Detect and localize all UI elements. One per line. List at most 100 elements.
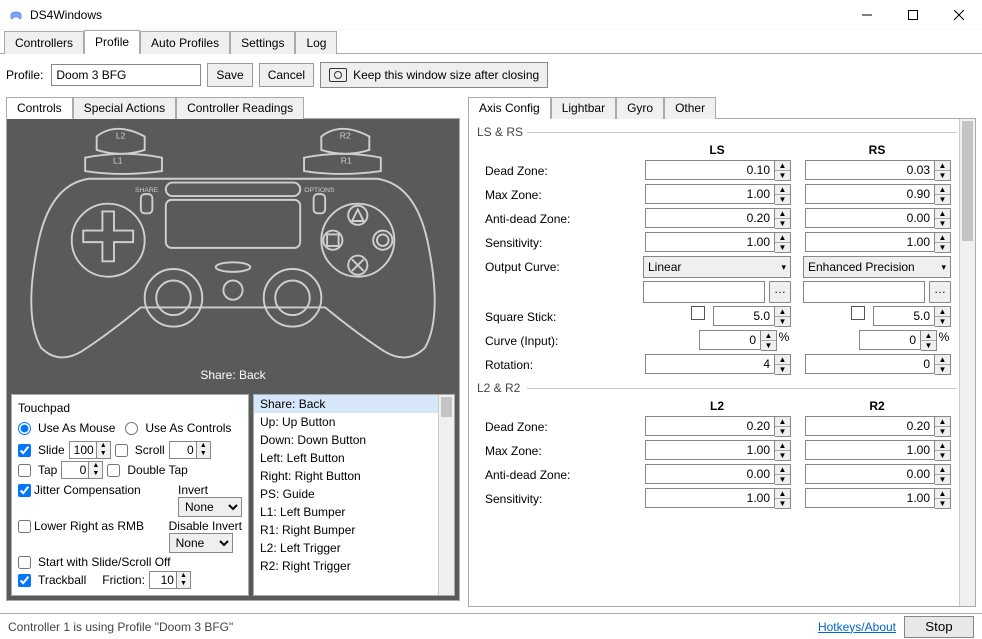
rs-square-val[interactable]: ▲▼ xyxy=(873,306,951,327)
mapping-item[interactable]: R1: Right Bumper xyxy=(254,521,454,539)
controller-caption: Share: Back xyxy=(13,368,453,384)
rs-sens[interactable]: ▲▼ xyxy=(805,232,951,253)
slide-check[interactable] xyxy=(18,444,31,457)
minimize-button[interactable] xyxy=(844,0,890,30)
tab-profile[interactable]: Profile xyxy=(84,30,140,54)
ls-curve-browse[interactable]: … xyxy=(769,281,791,303)
ls-sens[interactable]: ▲▼ xyxy=(645,232,791,253)
mapping-item[interactable]: Down: Down Button xyxy=(254,431,454,449)
mapping-scrollbar[interactable] xyxy=(438,395,454,595)
stop-button[interactable]: Stop xyxy=(904,616,974,638)
label-curve: Output Curve: xyxy=(477,260,637,274)
mapping-item[interactable]: Up: Up Button xyxy=(254,413,454,431)
tap-value[interactable]: ▲▼ xyxy=(61,461,103,479)
rs-curve-select[interactable]: Enhanced Precision▾ xyxy=(803,256,951,278)
subtab-special-actions[interactable]: Special Actions xyxy=(73,97,176,119)
ls-curve-input[interactable]: ▲▼ xyxy=(699,330,777,351)
mapping-item[interactable]: L1: Left Bumper xyxy=(254,503,454,521)
mapping-list[interactable]: Share: Back Up: Up Button Down: Down But… xyxy=(253,394,455,596)
ls-square-check[interactable] xyxy=(691,306,705,320)
jitter-check[interactable] xyxy=(18,484,31,497)
r2-antidead[interactable]: ▲▼ xyxy=(805,464,951,485)
use-as-controls-label: Use As Controls xyxy=(145,421,231,435)
scroll-check[interactable] xyxy=(115,444,128,457)
r2-sens[interactable]: ▲▼ xyxy=(805,488,951,509)
ls-rotation[interactable]: ▲▼ xyxy=(645,354,791,375)
subtab-gyro[interactable]: Gyro xyxy=(616,97,664,119)
scroll-value[interactable]: ▲▼ xyxy=(169,441,211,459)
ls-curve-path[interactable] xyxy=(643,281,765,303)
l2-antidead[interactable]: ▲▼ xyxy=(645,464,791,485)
l2-deadzone[interactable]: ▲▼ xyxy=(645,416,791,437)
close-button[interactable] xyxy=(936,0,982,30)
col-ls: LS xyxy=(637,143,797,157)
slide-value[interactable]: ▲▼ xyxy=(69,441,111,459)
maximize-button[interactable] xyxy=(890,0,936,30)
double-tap-label: Double Tap xyxy=(127,463,188,477)
disable-invert-select[interactable]: None xyxy=(169,533,233,553)
tab-log[interactable]: Log xyxy=(295,31,337,54)
ls-antidead[interactable]: ▲▼ xyxy=(645,208,791,229)
mapping-item[interactable]: R2: Right Trigger xyxy=(254,557,454,575)
start-slide-check[interactable] xyxy=(18,556,31,569)
invert-select[interactable]: None xyxy=(178,497,242,517)
use-as-mouse-radio[interactable] xyxy=(18,422,31,435)
keep-window-size-toggle[interactable]: Keep this window size after closing xyxy=(320,62,548,88)
l2-maxzone[interactable]: ▲▼ xyxy=(645,440,791,461)
l2-sens[interactable]: ▲▼ xyxy=(645,488,791,509)
rs-maxzone[interactable]: ▲▼ xyxy=(805,184,951,205)
rs-deadzone[interactable]: ▲▼ xyxy=(805,160,951,181)
mapping-item[interactable]: Left: Left Button xyxy=(254,449,454,467)
tab-settings[interactable]: Settings xyxy=(230,31,295,54)
svg-text:OPTIONS: OPTIONS xyxy=(304,187,335,194)
subtab-controller-readings[interactable]: Controller Readings xyxy=(176,97,304,119)
app-icon xyxy=(8,7,24,23)
ls-square-val[interactable]: ▲▼ xyxy=(713,306,791,327)
rs-rotation[interactable]: ▲▼ xyxy=(805,354,951,375)
mapping-item[interactable]: L2: Left Trigger xyxy=(254,539,454,557)
subtab-other[interactable]: Other xyxy=(664,97,716,119)
label-t-dead: Dead Zone: xyxy=(477,420,637,434)
mapping-item[interactable]: Right: Right Button xyxy=(254,467,454,485)
resize-icon xyxy=(329,68,347,82)
profile-name-input[interactable] xyxy=(51,64,201,86)
status-text: Controller 1 is using Profile "Doom 3 BF… xyxy=(8,620,233,634)
r2-deadzone[interactable]: ▲▼ xyxy=(805,416,951,437)
chevron-down-icon: ▾ xyxy=(781,262,786,273)
friction-value[interactable]: ▲▼ xyxy=(149,571,191,589)
tab-controllers[interactable]: Controllers xyxy=(4,31,84,54)
left-subtabs: Controls Special Actions Controller Read… xyxy=(6,96,460,119)
use-as-controls-radio[interactable] xyxy=(125,422,138,435)
rs-antidead[interactable]: ▲▼ xyxy=(805,208,951,229)
lower-right-check[interactable] xyxy=(18,520,31,533)
friction-label: Friction: xyxy=(102,573,145,587)
ls-maxzone[interactable]: ▲▼ xyxy=(645,184,791,205)
mapping-item[interactable]: PS: Guide xyxy=(254,485,454,503)
axis-scrollbar[interactable] xyxy=(959,119,975,606)
hotkeys-about-link[interactable]: Hotkeys/About xyxy=(818,620,896,634)
subtab-controls[interactable]: Controls xyxy=(6,97,73,119)
r2-maxzone[interactable]: ▲▼ xyxy=(805,440,951,461)
subtab-lightbar[interactable]: Lightbar xyxy=(551,97,616,119)
rs-curve-path[interactable] xyxy=(803,281,925,303)
col-l2: L2 xyxy=(637,399,797,413)
cancel-button[interactable]: Cancel xyxy=(259,63,314,87)
rs-curve-input[interactable]: ▲▼ xyxy=(859,330,937,351)
label-t-max: Max Zone: xyxy=(477,444,637,458)
scroll-label: Scroll xyxy=(135,443,165,457)
mapping-item[interactable]: Share: Back xyxy=(254,395,454,413)
tap-check[interactable] xyxy=(18,464,31,477)
label-square: Square Stick: xyxy=(477,310,637,324)
trackball-check[interactable] xyxy=(18,574,31,587)
subtab-axis-config[interactable]: Axis Config xyxy=(468,97,551,119)
double-tap-check[interactable] xyxy=(107,464,120,477)
ls-deadzone[interactable]: ▲▼ xyxy=(645,160,791,181)
rs-square-check[interactable] xyxy=(851,306,865,320)
ls-curve-select[interactable]: Linear▾ xyxy=(643,256,791,278)
svg-text:L1: L1 xyxy=(113,155,123,165)
save-button[interactable]: Save xyxy=(207,63,252,87)
label-curve-input: Curve (Input): xyxy=(477,334,637,348)
rs-curve-browse[interactable]: … xyxy=(929,281,951,303)
controller-diagram[interactable]: .st{stroke:#cfcfcf;fill:none;stroke-widt… xyxy=(13,125,453,365)
tab-auto-profiles[interactable]: Auto Profiles xyxy=(140,31,230,54)
